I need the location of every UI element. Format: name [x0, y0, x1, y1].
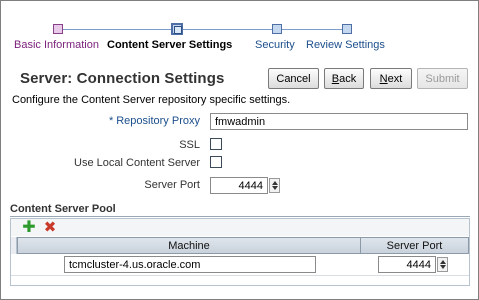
decrement-icon[interactable] — [440, 265, 446, 269]
repository-proxy-label-text: Repository Proxy — [116, 115, 200, 127]
train-stop-content-server-settings — [171, 23, 183, 35]
next-access-key: N — [379, 72, 388, 85]
decrement-icon[interactable] — [272, 186, 278, 190]
remove-icon[interactable]: ✖ — [43, 220, 57, 235]
train-stop-basic-information[interactable] — [53, 24, 63, 34]
repository-proxy-value: fmwadmin — [215, 116, 266, 128]
train-label-content-server-settings: Content Server Settings — [107, 39, 233, 51]
cancel-button[interactable]: Cancel — [268, 68, 319, 89]
next-button[interactable]: Next — [370, 68, 412, 89]
train-connector — [182, 29, 272, 30]
submit-button: Submit — [417, 68, 468, 89]
ssl-checkbox[interactable] — [210, 138, 222, 150]
column-header-machine-label: Machine — [168, 239, 210, 252]
ssl-label: SSL — [179, 139, 200, 151]
table-toolbar — [11, 219, 469, 236]
server-port-input[interactable]: 4444 — [210, 177, 268, 194]
page-title: Server: Connection Settings — [20, 70, 225, 87]
back-access-key: B — [331, 72, 340, 85]
add-icon[interactable]: ✚ — [22, 220, 36, 236]
increment-icon[interactable] — [440, 260, 446, 264]
train-connector — [281, 29, 342, 30]
train-stop-review-settings[interactable] — [342, 24, 352, 34]
content-server-pool-heading: Content Server Pool — [10, 203, 116, 215]
column-header-machine[interactable]: Machine — [17, 237, 361, 254]
server-port-label: Server Port — [144, 179, 200, 191]
server-port-spinner[interactable] — [269, 178, 280, 193]
pool-server-port-value: 4444 — [406, 259, 431, 271]
train-stop-security[interactable] — [272, 24, 282, 34]
section-divider — [10, 216, 470, 217]
cancel-button-label: Cancel — [276, 72, 311, 85]
back-button[interactable]: Back — [324, 68, 364, 89]
train-connector — [63, 29, 173, 30]
repository-proxy-label: * Repository Proxy — [109, 115, 200, 127]
next-button-label: ext — [387, 72, 403, 85]
required-indicator: * — [108, 115, 114, 127]
repository-proxy-input[interactable]: fmwadmin — [210, 113, 468, 130]
pool-server-port-spinner[interactable] — [437, 257, 448, 272]
pool-server-port-input[interactable]: 4444 — [378, 256, 436, 273]
submit-button-label: Submit — [425, 72, 460, 85]
increment-icon[interactable] — [272, 181, 278, 185]
column-header-server-port[interactable]: Server Port — [360, 237, 469, 254]
column-header-server-port-label: Server Port — [386, 239, 443, 252]
machine-cell-value: tcmcluster-4.us.oracle.com — [69, 259, 201, 271]
server-port-value: 4444 — [238, 180, 263, 192]
back-button-label: ack — [339, 72, 357, 85]
instruction-text: Configure the Content Server repository … — [12, 94, 291, 106]
use-local-content-server-checkbox[interactable] — [210, 156, 222, 168]
train-label-review-settings[interactable]: Review Settings — [306, 39, 385, 51]
use-local-content-server-label: Use Local Content Server — [74, 157, 200, 169]
train-label-basic-information[interactable]: Basic Information — [14, 39, 99, 51]
machine-cell-input[interactable]: tcmcluster-4.us.oracle.com — [64, 256, 316, 273]
train-label-security[interactable]: Security — [255, 39, 295, 51]
